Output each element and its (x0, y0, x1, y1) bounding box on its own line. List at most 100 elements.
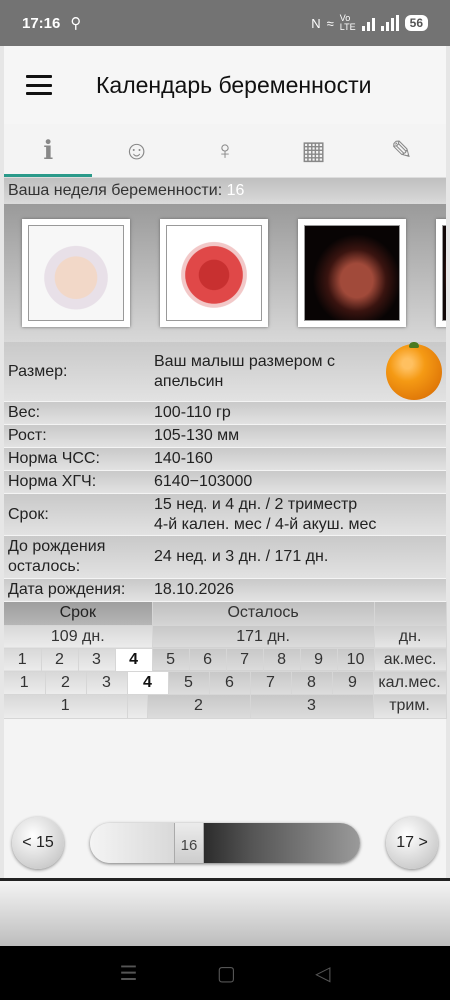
info-table: Размер: Ваш малыш размером с апельсин Ве… (4, 342, 446, 602)
progress-grid: Срок Осталось 109 дн. 171 дн. дн. 1 2 3 … (4, 602, 447, 672)
gallery-image[interactable] (298, 219, 406, 327)
info-row-birth-date: Дата рождения: 18.10.2026 (4, 579, 446, 602)
image-gallery[interactable] (4, 204, 446, 342)
app-window: Календарь беременности ℹ ☺ ♀ ▦ ✎ Ваша не… (4, 46, 447, 880)
wifi-icon: ≈ (326, 15, 334, 31)
signal-icon (361, 15, 375, 31)
tab-mother[interactable]: ♀ (181, 124, 269, 177)
cal-month-cell: 9 (332, 671, 374, 695)
info-row-height: Рост: 105-130 мм (4, 425, 446, 448)
size-value: Ваш малыш размером с апельсин (154, 352, 335, 390)
heart-rate-label: Норма ЧСС: (8, 450, 100, 467)
battery-icon: 56 (404, 15, 428, 31)
grid-header-remaining: Осталось (152, 602, 375, 626)
cal-month-cell: 6 (209, 671, 251, 695)
ak-month-cell-current: 4 (115, 648, 153, 672)
birth-date-label: Дата рождения: (8, 581, 126, 598)
status-icons: N ≈ Vo LTE 56 (311, 14, 428, 32)
notes-icon: ✎ (390, 135, 413, 165)
ak-month-cell: 10 (337, 648, 375, 672)
info-row-term: Срок: 15 нед. и 4 дн. / 2 триместр 4-й к… (4, 494, 446, 536)
cal-month-cell: 8 (291, 671, 333, 695)
term-value: 15 нед. и 4 дн. / 2 триместр (154, 495, 358, 513)
grid-unit-days: дн. (374, 625, 447, 649)
week-slider-knob[interactable]: 16 (174, 823, 204, 863)
ak-month-cell: 7 (226, 648, 264, 672)
menu-icon[interactable] (26, 75, 52, 95)
tab-notes[interactable]: ✎ (358, 124, 446, 177)
grid-days-passed: 109 дн. (4, 625, 153, 649)
ak-month-cell: 3 (78, 648, 116, 672)
tab-calendar[interactable]: ▦ (269, 124, 357, 177)
app-bar: Календарь беременности (4, 46, 446, 124)
cal-month-cell-current: 4 (127, 671, 169, 695)
remaining-label-2: осталось: (8, 558, 81, 575)
volte-icon: Vo LTE (339, 13, 356, 32)
cal-month-cell: 2 (45, 671, 87, 695)
signal-icon-2 (380, 15, 399, 31)
home-icon[interactable]: ▢ (217, 961, 236, 986)
grid-header-term: Срок (4, 602, 153, 626)
gallery-image[interactable] (436, 219, 446, 327)
cal-month-cell: 3 (86, 671, 128, 695)
grid-unit-cal-months: кал.мес. (373, 671, 447, 695)
cal-month-cell: 5 (168, 671, 210, 695)
next-week-button[interactable]: 17 > (386, 817, 438, 869)
ak-month-cell: 8 (263, 648, 301, 672)
grid-unit-ak-months: ак.мес. (374, 648, 447, 672)
orange-icon (386, 342, 442, 400)
ak-month-cell: 1 (4, 648, 42, 672)
tab-baby[interactable]: ☺ (92, 124, 180, 177)
weight-value: 100-110 гр (154, 404, 231, 421)
heart-rate-value: 140-160 (154, 450, 213, 467)
app-title: Календарь беременности (96, 71, 372, 98)
grid-days-left: 171 дн. (152, 625, 375, 649)
week-label: Ваша неделя беременности: (8, 182, 223, 199)
ak-month-cell: 5 (152, 648, 190, 672)
gallery-image[interactable] (22, 219, 130, 327)
info-row-hcg: Норма ХГЧ: 6140−103000 (4, 471, 446, 494)
term-label: Срок: (8, 505, 49, 523)
gallery-image[interactable] (160, 219, 268, 327)
nfc-icon: N (311, 15, 321, 31)
height-label: Рост: (8, 427, 47, 444)
grid-unit-trimester: трим. (373, 695, 447, 719)
week-number: 16 (226, 182, 245, 199)
weight-label: Вес: (8, 404, 41, 421)
info-row-remaining: До рождения осталось: 24 нед. и 3 дн. / … (4, 536, 446, 579)
info-row-weight: Вес: 100-110 гр (4, 402, 446, 425)
hcg-label: Норма ХГЧ: (8, 473, 97, 490)
calendar-icon: ▦ (301, 135, 326, 165)
back-icon[interactable]: ◁ (315, 961, 330, 986)
info-person-icon: ℹ (43, 135, 54, 165)
remaining-value: 24 нед. и 3 дн. / 171 дн. (154, 548, 329, 565)
trimester-cell: 1 (4, 695, 128, 719)
search-icon: ⚲ (70, 15, 82, 32)
ad-banner-area (0, 881, 450, 946)
hcg-value: 6140−103000 (154, 473, 253, 490)
cal-month-cell: 1 (4, 671, 46, 695)
term-months-value: 4-й кален. мес / 4-й акуш. мес (154, 515, 377, 533)
birth-date-value: 18.10.2026 (154, 581, 235, 598)
ak-month-cell: 9 (300, 648, 338, 672)
status-bar: 17:16 ⚲ N ≈ Vo LTE 56 (0, 0, 450, 46)
pregnant-woman-icon: ♀ (215, 135, 235, 165)
week-navigation: < 15 16 17 > (4, 810, 446, 876)
prev-week-button[interactable]: < 15 (12, 817, 64, 869)
trimester-cell: 3 (250, 695, 374, 719)
system-nav-bar: ☰ ▢ ◁ (0, 946, 450, 1000)
cal-month-cell: 7 (250, 671, 292, 695)
trimester-cell-current: 2 (147, 695, 251, 719)
recents-icon[interactable]: ☰ (120, 961, 138, 986)
ak-month-cell: 2 (41, 648, 79, 672)
info-row-size: Размер: Ваш малыш размером с апельсин (4, 342, 446, 402)
baby-icon: ☺ (123, 135, 150, 165)
tab-bar: ℹ ☺ ♀ ▦ ✎ (4, 124, 446, 178)
size-label: Размер: (8, 362, 68, 380)
height-value: 105-130 мм (154, 427, 240, 444)
info-row-heart-rate: Норма ЧСС: 140-160 (4, 448, 446, 471)
week-slider[interactable]: 16 (90, 823, 360, 863)
tab-info[interactable]: ℹ (4, 124, 93, 177)
status-time: 17:16 (22, 14, 61, 32)
progress-grid-trimester: 1 2 3 трим. (4, 695, 447, 719)
